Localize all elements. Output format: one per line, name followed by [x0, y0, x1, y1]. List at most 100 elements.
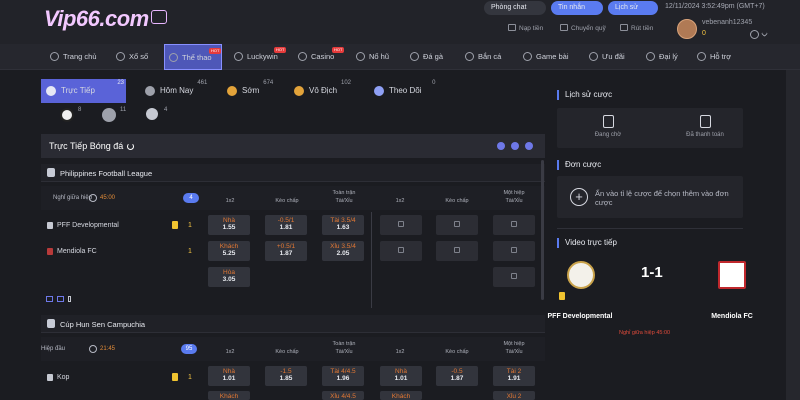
col-header: Tài/Xỉu — [505, 198, 523, 204]
odds-label: Nhà — [223, 217, 235, 224]
odds-button[interactable]: Xỉu 3.5/4 2.05 — [322, 241, 364, 261]
odds-button[interactable]: -1.5 1.85 — [265, 366, 307, 386]
team-score: 1 — [188, 222, 192, 229]
odds-button[interactable]: Hòa 3.05 — [208, 267, 250, 287]
tab-live[interactable]: Trực Tiếp 23 — [41, 79, 126, 103]
league-header[interactable]: Philippines Football League — [41, 164, 545, 182]
odds-label: -0.5/1 — [277, 217, 295, 224]
odds-label: Tài 2 — [506, 368, 522, 375]
hot-badge: HOT — [274, 47, 287, 53]
collapse-icon[interactable] — [525, 142, 533, 150]
yellow-card: 1 — [172, 373, 178, 381]
odds-label: Tài 4/4.5 — [330, 368, 356, 375]
col-header: Kèo chấp — [445, 349, 469, 355]
odds-button[interactable]: Tài 3.5/4 1.63 — [322, 215, 364, 235]
filter-icon[interactable] — [497, 142, 505, 150]
withdraw-button[interactable]: Rút tiền — [620, 24, 653, 36]
history-button[interactable]: Lịch sử — [608, 1, 658, 15]
divider — [371, 212, 372, 308]
main-nav: Trang chủ Xổ số Thể thao HOT Luckywin HOT … — [0, 44, 800, 70]
odds-button[interactable]: Nhà 1.55 — [208, 215, 250, 235]
odds-button[interactable]: Khách — [380, 391, 422, 400]
league-name: Cúp Hun Sen Campuchia — [60, 320, 146, 329]
nav-label: Thể thao — [182, 53, 212, 62]
odds-button[interactable]: Tài 4/4.5 1.96 — [322, 366, 364, 386]
clock-icon — [89, 345, 97, 353]
odds-label: Khách — [391, 393, 411, 400]
odds-button[interactable]: Xỉu 2 — [493, 391, 535, 400]
markets-badge[interactable]: 4 — [183, 193, 199, 203]
messages-button[interactable]: Tin nhắn — [551, 1, 603, 15]
tab-following[interactable]: Theo Dõi 0 — [369, 79, 435, 103]
league-header[interactable]: Cúp Hun Sen Campuchia — [41, 315, 545, 333]
pending-bets-button[interactable]: Đang chờ — [578, 115, 638, 138]
live-video-card[interactable]: 1-1 1 PFF Developmental Mendiola FC Nghỉ… — [548, 252, 753, 342]
stats-icon[interactable] — [57, 296, 64, 302]
chat-label: Phòng chat — [491, 4, 527, 11]
odds-button[interactable]: Khách — [208, 391, 250, 400]
nav-label: Ưu đãi — [602, 52, 625, 61]
odds-button[interactable]: +0.5/1 1.87 — [265, 241, 307, 261]
deposit-button[interactable]: Nạp tiền — [508, 24, 543, 36]
nav-item-slots[interactable]: Nổ hũ — [356, 44, 389, 70]
transfer-button[interactable]: Chuyển quỹ — [560, 24, 606, 36]
scrollbar[interactable] — [541, 160, 544, 300]
odds-button[interactable]: Khách 5.25 — [208, 241, 250, 261]
casino-icon — [298, 52, 307, 61]
nav-item-luckywin[interactable]: Luckywin HOT — [234, 44, 287, 70]
trophy-icon — [294, 86, 304, 96]
soccer-ball-icon[interactable] — [60, 108, 74, 122]
locked-odds — [493, 267, 535, 287]
tab-today[interactable]: Hôm Nay 461 — [140, 79, 207, 103]
odds-button[interactable]: Nhà 1.01 — [208, 366, 250, 386]
markets-badge[interactable]: 95 — [181, 344, 197, 354]
home-icon — [50, 52, 59, 61]
odds-label: -0.5 — [451, 368, 463, 375]
basketball-icon[interactable] — [102, 108, 116, 122]
settings-icon[interactable] — [511, 142, 519, 150]
nav-item-lottery[interactable]: Xổ số — [116, 44, 148, 70]
settled-receipt-icon — [699, 115, 711, 128]
col-header: 1x2 — [225, 349, 235, 355]
odds-value: 2.05 — [336, 250, 350, 257]
video-icon[interactable] — [46, 296, 53, 302]
table-tennis-icon[interactable] — [146, 108, 158, 120]
match-extras — [46, 296, 75, 304]
agent-icon — [646, 52, 655, 61]
nav-item-home[interactable]: Trang chủ — [50, 44, 97, 70]
dice-icon — [150, 10, 167, 24]
sport-count: 8 — [78, 107, 82, 113]
odds-button[interactable]: -0.5/1 1.81 — [265, 215, 307, 235]
refresh-icon[interactable] — [127, 143, 135, 150]
odds-button[interactable]: Tài 2 1.91 — [493, 366, 535, 386]
nav-item-fishing[interactable]: Bắn cá — [465, 44, 501, 70]
clock-icon — [89, 194, 97, 202]
bet-slip-box: + Ấn vào tỉ lệ cược để chọn thêm vào đơn… — [557, 176, 743, 218]
chevron-down-icon[interactable] — [760, 29, 769, 38]
odds-label: +0.5/1 — [276, 243, 296, 250]
odds-button[interactable]: -0.5 1.87 — [436, 366, 478, 386]
tab-champion[interactable]: Vô Địch 102 — [289, 79, 351, 103]
add-icon: + — [570, 188, 588, 206]
locked-odds — [380, 215, 422, 235]
odds-button[interactable]: Xỉu 4/4.5 — [322, 391, 364, 400]
col-header: 1x2 — [225, 198, 235, 204]
nav-item-sports[interactable]: Thể thao HOT — [164, 44, 222, 70]
info-icon[interactable] — [68, 296, 71, 302]
nav-item-cockfight[interactable]: Đá gà — [410, 44, 443, 70]
tab-early[interactable]: Sớm 674 — [222, 79, 273, 103]
right-edge-panel — [786, 70, 800, 400]
nav-item-card-games[interactable]: Game bài — [523, 44, 569, 70]
col-header: Tài/Xỉu — [335, 198, 353, 204]
avatar[interactable] — [677, 19, 697, 39]
nav-item-casino[interactable]: Casino HOT — [298, 44, 345, 70]
refresh-balance-icon[interactable] — [750, 30, 759, 39]
site-logo[interactable]: Vip66.com — [44, 6, 167, 32]
nav-item-promotions[interactable]: Ưu đãi — [589, 44, 625, 70]
deposit-label: Nạp tiền — [519, 25, 544, 32]
chat-room-button[interactable]: Phòng chat — [484, 1, 546, 15]
nav-item-support[interactable]: Hỗ trợ — [697, 44, 731, 70]
nav-item-agent[interactable]: Đại lý — [646, 44, 678, 70]
odds-button[interactable]: Nhà 1.01 — [380, 366, 422, 386]
settled-bets-button[interactable]: Đã thanh toán — [675, 115, 735, 138]
